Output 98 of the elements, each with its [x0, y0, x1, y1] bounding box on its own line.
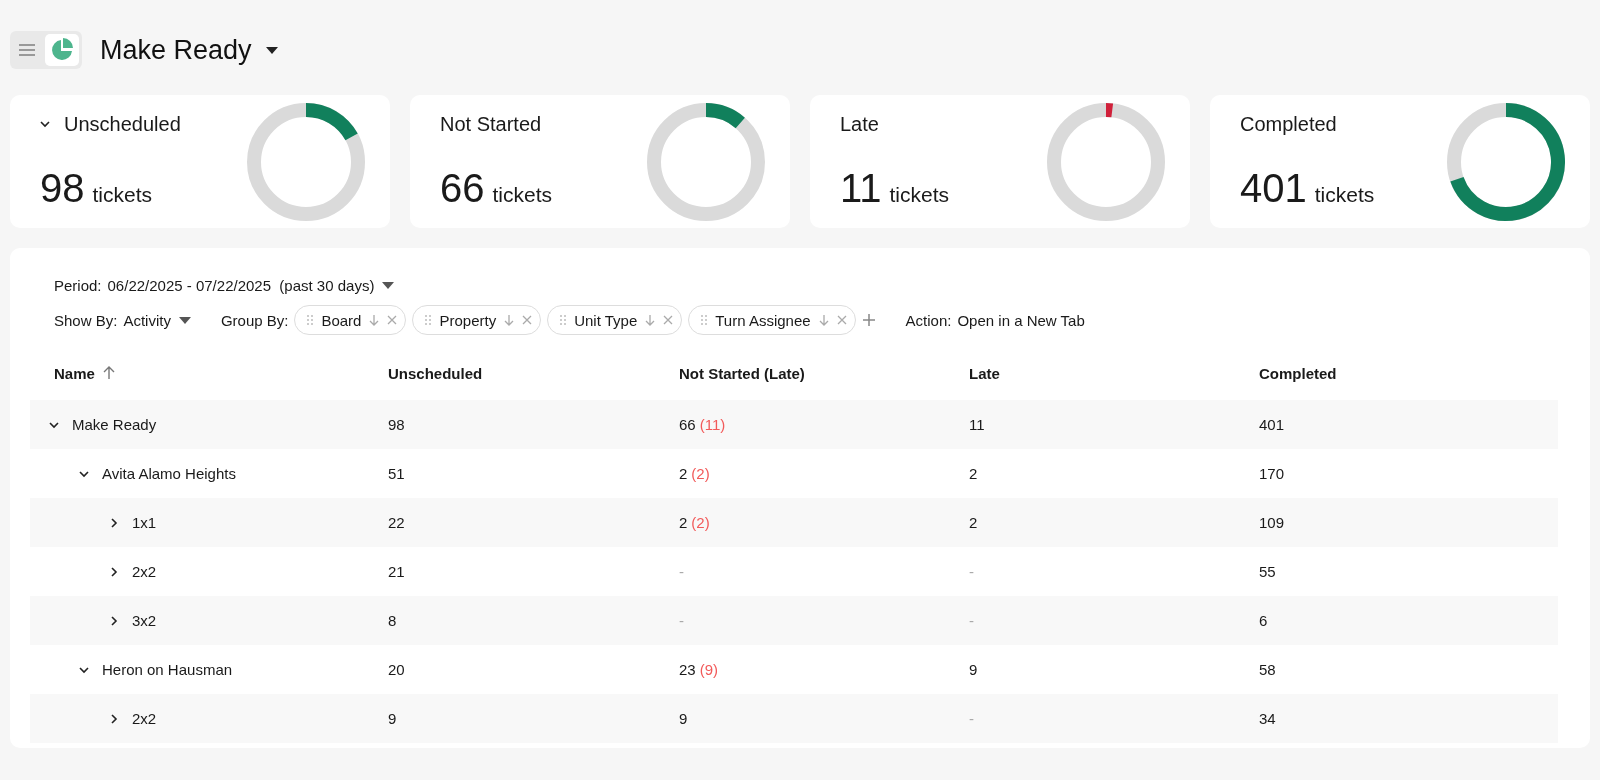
group-chip[interactable]: Unit Type	[547, 305, 683, 335]
chevron-icon[interactable]	[108, 516, 120, 529]
column-header[interactable]: Completed	[1259, 364, 1337, 382]
caret-icon[interactable]	[382, 281, 395, 289]
table-cell: 22	[388, 514, 405, 531]
row-name: 1x1	[132, 514, 157, 531]
table-row[interactable]: 2x2 9 9 - 34	[30, 694, 1558, 743]
table-cell: 8	[388, 612, 397, 629]
table-cell: 58	[1259, 661, 1276, 678]
table-row[interactable]: 2x2 21 - - 55	[30, 547, 1558, 596]
table-cell: 109	[1259, 514, 1285, 531]
column-header[interactable]: Not Started (Late)	[679, 364, 805, 382]
drag-handle-icon[interactable]	[560, 315, 567, 325]
table-row[interactable]: Avita Alamo Heights 51 2 (2) 2 170	[30, 449, 1558, 498]
row-name: 2x2	[132, 563, 157, 580]
add-icon[interactable]	[861, 313, 876, 327]
group-chip[interactable]: Board	[294, 305, 407, 335]
caret-icon[interactable]	[178, 316, 191, 324]
drag-handle-icon[interactable]	[307, 315, 314, 325]
row-name: 3x2	[132, 612, 157, 629]
chevron-icon[interactable]	[108, 614, 120, 627]
table-cell: 6	[1259, 612, 1268, 629]
table-cell: 9	[969, 661, 978, 678]
late-count: (9)	[699, 661, 719, 678]
ticket-unit: tickets	[92, 182, 152, 207]
table-cell: 20	[388, 661, 405, 678]
table-cell: 21	[388, 563, 405, 580]
table-cell: 2	[679, 465, 688, 482]
table-cell: -	[969, 612, 974, 629]
card-label: Late	[840, 112, 879, 136]
table-cell: 51	[388, 465, 405, 482]
chevron-icon[interactable]	[108, 712, 120, 725]
dashboard-title[interactable]: Make Ready	[100, 34, 278, 66]
chevron-icon[interactable]	[108, 565, 120, 578]
down-arrow-icon[interactable]	[645, 314, 656, 326]
down-arrow-icon[interactable]	[818, 314, 829, 326]
close-icon[interactable]	[836, 315, 847, 325]
late-count: (11)	[699, 416, 726, 433]
ticket-count: 401	[1240, 165, 1307, 211]
table-cell: 2	[969, 465, 978, 482]
table-cell: 9	[679, 710, 688, 727]
down-arrow-icon[interactable]	[504, 314, 515, 326]
close-icon[interactable]	[663, 315, 674, 325]
table-cell: 2	[969, 514, 978, 531]
show-by-dropdown[interactable]: Activity	[123, 311, 191, 329]
drag-handle-icon[interactable]	[425, 315, 432, 325]
sort-arrow-icon[interactable]	[102, 366, 115, 380]
late-count: (2)	[691, 465, 710, 482]
table-row[interactable]: Heron on Hausman 20 23 (9) 9 58	[30, 645, 1558, 694]
card-label: Not Started	[440, 112, 542, 136]
table-cell: 34	[1259, 710, 1276, 727]
table-cell: -	[969, 710, 974, 727]
close-icon[interactable]	[387, 315, 398, 325]
table-cell: 66	[679, 416, 696, 433]
caret-icon[interactable]	[265, 46, 278, 54]
pie-chart-icon[interactable]	[45, 34, 79, 66]
table-cell: 170	[1259, 465, 1285, 482]
table-row[interactable]: 3x2 8 - - 6	[30, 596, 1558, 645]
table-row[interactable]: 1x1 22 2 (2) 2 109	[30, 498, 1558, 547]
down-arrow-icon[interactable]	[369, 314, 380, 326]
row-name: Avita Alamo Heights	[102, 465, 236, 482]
chevron-icon[interactable]	[40, 120, 50, 128]
period-dropdown[interactable]: 06/22/2025 - 07/22/2025 (past 30 days)	[107, 276, 395, 294]
close-icon[interactable]	[522, 315, 533, 325]
table-cell: 401	[1259, 416, 1285, 433]
show-by-label: Show By:	[54, 311, 118, 329]
card-label: Unscheduled	[64, 112, 181, 136]
drag-handle-icon[interactable]	[701, 315, 708, 325]
ticket-count: 98	[40, 165, 85, 211]
group-by-label: Group By:	[220, 311, 289, 329]
row-name: 2x2	[132, 710, 157, 727]
table-row[interactable]: Make Ready 98 66 (11) 11 401	[30, 400, 1558, 449]
column-header[interactable]: Late	[969, 364, 1000, 382]
table-cell: 9	[388, 710, 397, 727]
ticket-unit: tickets	[889, 182, 950, 207]
ticket-count: 66	[440, 165, 485, 211]
column-header[interactable]: Unscheduled	[388, 364, 483, 382]
table-cell: -	[679, 612, 684, 629]
table-cell: 23	[679, 661, 696, 678]
group-chip[interactable]: Property	[412, 305, 542, 335]
late-count: (2)	[691, 514, 710, 531]
period-label: Period:	[54, 276, 102, 294]
table-cell: 55	[1259, 563, 1276, 580]
column-header[interactable]: Name	[54, 364, 95, 382]
row-name: Make Ready	[72, 416, 157, 433]
table-cell: -	[969, 563, 974, 580]
row-name: Heron on Hausman	[102, 661, 233, 678]
table-cell: 11	[969, 416, 985, 433]
table-cell: 98	[388, 416, 405, 433]
table-cell: -	[679, 563, 684, 580]
card-label: Completed	[1240, 112, 1337, 136]
ticket-unit: tickets	[1314, 182, 1375, 207]
action-label: Action:	[905, 311, 952, 329]
table-cell: 2	[679, 514, 688, 531]
ticket-unit: tickets	[492, 182, 552, 207]
group-chip[interactable]: Turn Assignee	[688, 305, 856, 335]
ticket-count: 11	[840, 165, 882, 211]
action-value[interactable]: Open in a New Tab	[957, 311, 1085, 329]
